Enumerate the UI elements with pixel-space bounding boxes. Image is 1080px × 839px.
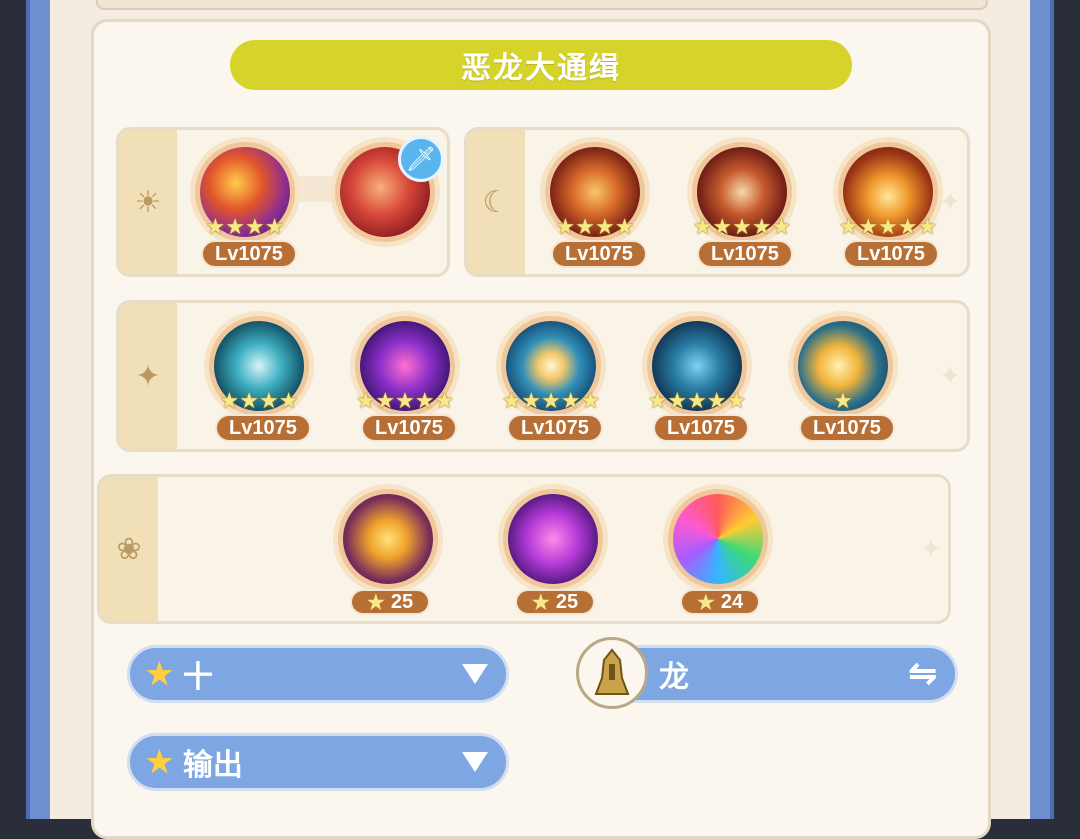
decorative-flourish-icon: ✦ (939, 360, 961, 391)
level-badge: Lv1075 (697, 240, 793, 268)
level-badge: Lv1075 (361, 414, 457, 442)
moon-icon: ☾ (467, 130, 525, 274)
star-icon: ★ (531, 591, 550, 614)
sparkle-icon: ✦ (119, 303, 177, 449)
item-count: 24 (720, 590, 744, 613)
swap-icon: ⇋ (908, 655, 938, 693)
water-sword-icon: 🗡 (398, 136, 444, 182)
item-count-badge: ★ 25 (515, 589, 595, 615)
star-rating: ★★★★ (555, 214, 635, 239)
level-badge: Lv1075 (507, 414, 603, 442)
helmet-icon (594, 648, 630, 695)
sun-icon: ☀ (119, 130, 177, 274)
chevron-down-icon (462, 752, 488, 772)
rainbow-chest[interactable] (663, 484, 773, 594)
flower-icon: ❀ (100, 477, 158, 621)
boss-name: 龙 (659, 661, 689, 694)
lotus-emblem[interactable] (333, 484, 443, 594)
chevron-down-icon (462, 664, 488, 684)
star-rating: ★★★★ (219, 388, 299, 413)
star-icon: ★ (696, 591, 715, 614)
item-count: 25 (555, 590, 579, 613)
star-icon: ★ (146, 745, 173, 779)
dropdown-value: 十 (182, 661, 213, 694)
level-badge: Lv1075 (201, 240, 297, 268)
star-icon: ★ (146, 657, 173, 691)
item-count-badge: ★ 25 (350, 589, 430, 615)
star-rating: ★★★★★ (501, 388, 601, 413)
level-badge: Lv1075 (843, 240, 939, 268)
level-badge: Lv1075 (551, 240, 647, 268)
role-filter-dropdown[interactable]: ★ 输出 (127, 733, 509, 791)
level-badge: Lv1075 (653, 414, 749, 442)
level-badge: Lv1075 (799, 414, 895, 442)
level-badge: Lv1075 (215, 414, 311, 442)
item-count: 25 (390, 590, 414, 613)
top-strip (96, 0, 988, 10)
star-rating: ★ (833, 388, 853, 413)
page-title: 恶龙大通缉 (230, 40, 852, 90)
dropdown-value: 输出 (182, 749, 243, 782)
star-icon: ★ (366, 591, 385, 614)
star-rating: ★★★★ (205, 214, 285, 239)
star-rating: ★★★★★ (355, 388, 455, 413)
star-rating: ★★★★★ (647, 388, 747, 413)
star-filter-dropdown[interactable]: ★ 十 (127, 645, 509, 703)
boss-select-button[interactable]: 龙 ⇋ (596, 645, 958, 703)
star-rating: ★★★★★ (838, 214, 938, 239)
neon-champagne[interactable] (498, 484, 608, 594)
boss-avatar[interactable] (576, 637, 648, 709)
decorative-flourish-icon: ✦ (920, 533, 942, 564)
item-count-badge: ★ 24 (680, 589, 760, 615)
star-rating: ★★★★★ (692, 214, 792, 239)
